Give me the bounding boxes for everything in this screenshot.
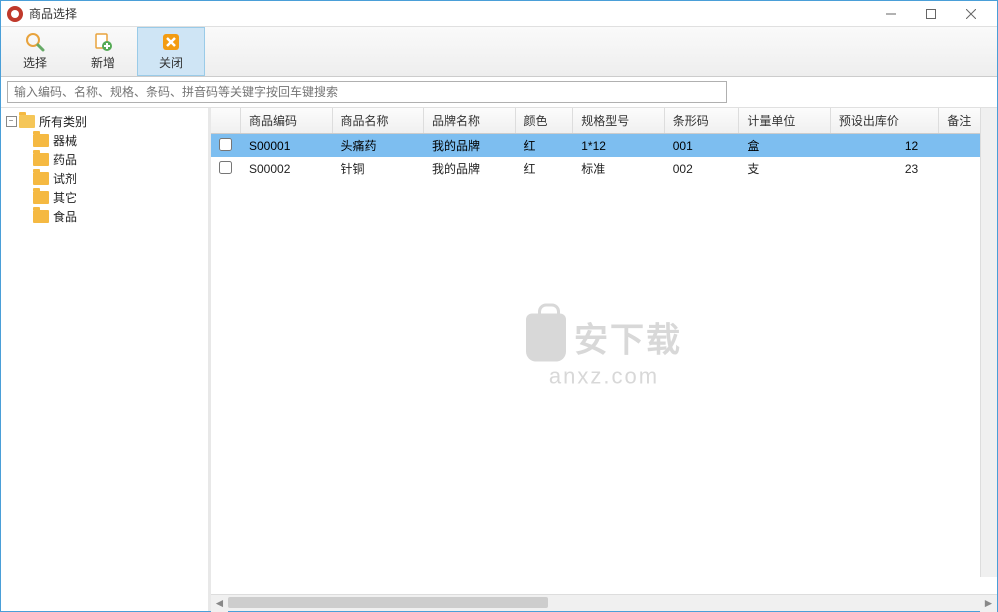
tree-item[interactable]: 食品 xyxy=(1,207,208,226)
tree-label: 食品 xyxy=(53,208,77,225)
folder-icon xyxy=(33,153,49,166)
scroll-track[interactable] xyxy=(228,595,980,611)
cell-color: 红 xyxy=(515,134,573,158)
table-wrap: 商品编码商品名称品牌名称颜色规格型号条形码计量单位预设出库价备注 S00001头… xyxy=(211,108,997,594)
column-header[interactable]: 颜色 xyxy=(515,108,573,134)
table-row[interactable]: S00001头痛药我的品牌红1*12001盒12 xyxy=(211,134,997,158)
cell-brand: 我的品牌 xyxy=(424,134,516,158)
column-header[interactable]: 预设出库价 xyxy=(830,108,938,134)
close-tab-label: 关闭 xyxy=(159,54,183,71)
minimize-button[interactable] xyxy=(871,1,911,27)
shield-icon xyxy=(526,313,566,361)
cell-price: 12 xyxy=(830,134,938,158)
column-header[interactable]: 品牌名称 xyxy=(424,108,516,134)
cell-spec: 1*12 xyxy=(573,134,665,158)
row-checkbox[interactable] xyxy=(219,138,232,151)
collapse-icon[interactable] xyxy=(5,116,17,128)
tree-item[interactable]: 试剂 xyxy=(1,169,208,188)
column-header[interactable]: 商品名称 xyxy=(332,108,424,134)
column-header[interactable]: 规格型号 xyxy=(573,108,665,134)
main-panel: 商品编码商品名称品牌名称颜色规格型号条形码计量单位预设出库价备注 S00001头… xyxy=(211,108,997,611)
cell-spec: 标准 xyxy=(573,157,665,180)
scroll-left-icon[interactable]: ◄ xyxy=(211,595,228,612)
folder-icon xyxy=(33,210,49,223)
tree-label: 其它 xyxy=(53,189,77,206)
folder-open-icon xyxy=(19,115,35,128)
row-checkbox-cell xyxy=(211,134,241,158)
window-title: 商品选择 xyxy=(29,5,871,22)
search-input[interactable] xyxy=(7,81,727,103)
maximize-button[interactable] xyxy=(911,1,951,27)
tree-root[interactable]: 所有类别 xyxy=(1,112,208,131)
cell-brand: 我的品牌 xyxy=(424,157,516,180)
cell-name: 头痛药 xyxy=(332,134,424,158)
toolbar: 选择 新增 关闭 xyxy=(1,27,997,77)
product-table: 商品编码商品名称品牌名称颜色规格型号条形码计量单位预设出库价备注 S00001头… xyxy=(211,108,997,180)
tree-label: 药品 xyxy=(53,151,77,168)
cell-price: 23 xyxy=(830,157,938,180)
scroll-right-icon[interactable]: ► xyxy=(980,595,997,612)
cell-code: S00002 xyxy=(241,157,333,180)
vertical-scrollbar[interactable] xyxy=(980,108,997,577)
cell-unit: 盒 xyxy=(739,134,831,158)
tree-item[interactable]: 药品 xyxy=(1,150,208,169)
tree-item[interactable]: 器械 xyxy=(1,131,208,150)
tree-label: 试剂 xyxy=(53,170,77,187)
tree-item[interactable]: 其它 xyxy=(1,188,208,207)
close-button[interactable] xyxy=(951,1,991,27)
row-checkbox-cell xyxy=(211,157,241,180)
cell-barcode: 002 xyxy=(664,157,739,180)
sidebar: 所有类别 器械药品试剂其它食品 xyxy=(1,108,211,611)
close-tab-button[interactable]: 关闭 xyxy=(137,27,205,76)
checkbox-header xyxy=(211,108,241,134)
cell-name: 针铜 xyxy=(332,157,424,180)
cell-code: S00001 xyxy=(241,134,333,158)
folder-icon xyxy=(33,191,49,204)
row-checkbox[interactable] xyxy=(219,161,232,174)
column-header[interactable]: 计量单位 xyxy=(739,108,831,134)
folder-icon xyxy=(33,134,49,147)
new-label: 新增 xyxy=(91,54,115,71)
select-button[interactable]: 选择 xyxy=(1,27,69,76)
cell-barcode: 001 xyxy=(664,134,739,158)
content: 所有类别 器械药品试剂其它食品 商品编码商品名称品牌名称颜色规格型号条形码计量单… xyxy=(1,108,997,611)
tree-root-label: 所有类别 xyxy=(39,113,87,130)
tree-label: 器械 xyxy=(53,132,77,149)
document-plus-icon xyxy=(93,32,113,52)
magnifier-icon xyxy=(25,32,45,52)
search-row xyxy=(1,77,997,108)
horizontal-scrollbar[interactable]: ◄ ► xyxy=(211,594,997,611)
folder-icon xyxy=(33,172,49,185)
app-icon xyxy=(7,6,23,22)
close-x-icon xyxy=(161,32,181,52)
window-controls xyxy=(871,1,991,27)
scroll-thumb[interactable] xyxy=(228,597,548,608)
titlebar: 商品选择 xyxy=(1,1,997,27)
column-header[interactable]: 商品编码 xyxy=(241,108,333,134)
window: 商品选择 选择 新增 关闭 xyxy=(0,0,998,612)
cell-unit: 支 xyxy=(739,157,831,180)
watermark-text: 安下载 xyxy=(574,313,682,362)
select-label: 选择 xyxy=(23,54,47,71)
new-button[interactable]: 新增 xyxy=(69,27,137,76)
table-row[interactable]: S00002针铜我的品牌红标准002支23 xyxy=(211,157,997,180)
watermark-url: anxz.com xyxy=(526,364,682,390)
column-header[interactable]: 条形码 xyxy=(664,108,739,134)
watermark: 安下载 anxz.com xyxy=(526,313,682,390)
cell-color: 红 xyxy=(515,157,573,180)
